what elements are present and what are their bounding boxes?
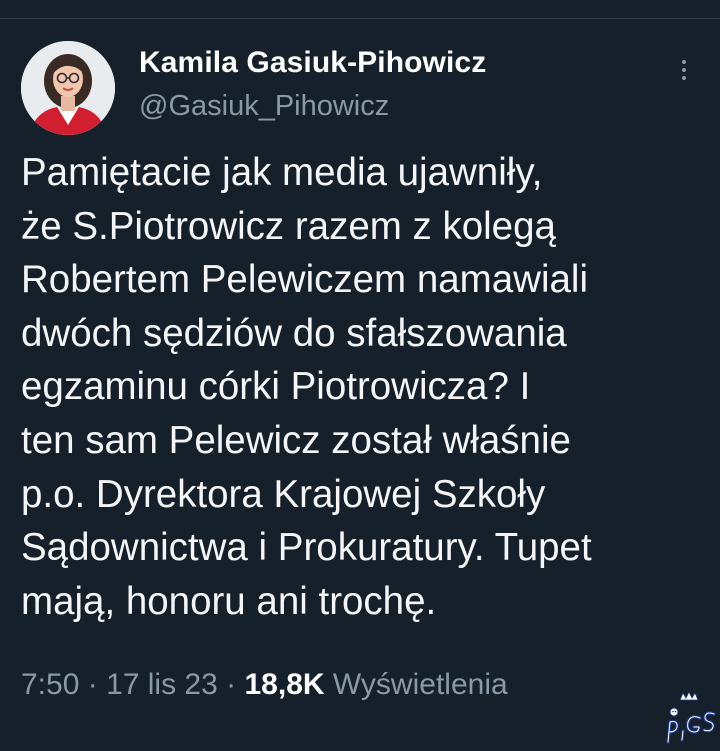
tweet-text-line: Robertem Pelewiczem namawiali	[21, 258, 589, 302]
author-handle[interactable]: @Gasiuk_Pihowicz	[139, 90, 389, 123]
tweet-text-line: p.o. Dyrektora Krajowej Szkoły	[21, 472, 546, 516]
tweet-text-line: dwóch sędziów do sfałszowania	[21, 311, 567, 355]
tweet-text-line: ten sam Pelewicz został właśnie	[21, 418, 571, 462]
more-vertical-icon[interactable]	[668, 52, 700, 88]
tweet-text-line: że S.Piotrowicz razem z kolegą	[21, 204, 556, 248]
more-dot	[682, 68, 686, 72]
more-dot	[682, 60, 686, 64]
views-label[interactable]: Wyświetlenia	[325, 668, 508, 701]
tweet-text-line: Sądownictwa i Prokuratury. Tupet	[21, 526, 592, 570]
tweet-text: Pamiętacie jak media ujawniły, że S.Piot…	[21, 146, 711, 628]
tweet-text-line: egzaminu córki Piotrowicza? I	[21, 365, 531, 409]
views-count[interactable]: 18,8K	[244, 668, 324, 701]
tweet-date[interactable]: 17 lis 23	[106, 668, 218, 701]
meta-separator: ·	[79, 668, 107, 701]
avatar[interactable]	[21, 41, 115, 135]
avatar-image	[21, 41, 115, 135]
pigs-logo-icon	[658, 690, 718, 746]
more-dot	[682, 76, 686, 80]
tweet-text-line: mają, honoru ani trochę.	[21, 579, 437, 623]
author-name[interactable]: Kamila Gasiuk-Pihowicz	[139, 46, 486, 80]
meta-separator: ·	[217, 668, 245, 701]
tweet-meta: 7:50 · 17 lis 23 · 18,8K Wyświetlenia	[21, 668, 508, 702]
tweet-time[interactable]: 7:50	[21, 668, 79, 701]
tweet-text-line: Pamiętacie jak media ujawniły,	[21, 151, 543, 194]
top-divider	[0, 18, 720, 19]
